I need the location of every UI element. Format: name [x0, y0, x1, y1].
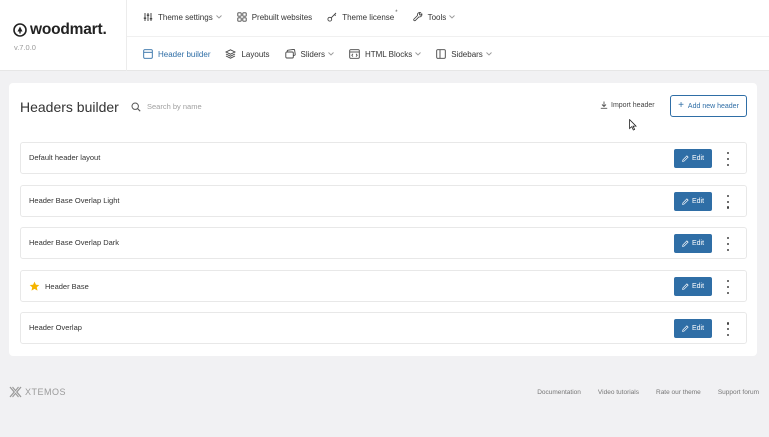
grid-icon — [237, 12, 247, 22]
nav-theme-settings[interactable]: Theme settings — [143, 12, 222, 22]
nav-label: Tools — [427, 12, 447, 22]
nav-label: Header builder — [158, 49, 211, 59]
nav-label: Sidebars — [451, 49, 483, 59]
search-input[interactable] — [147, 102, 287, 111]
header-name-text: Header Base — [45, 281, 89, 291]
chevron-down-icon — [485, 52, 492, 56]
footer-link-support-forum[interactable]: Support forum — [718, 389, 759, 396]
license-asterisk: * — [395, 10, 398, 16]
chevron-down-icon — [215, 15, 222, 19]
header-name[interactable]: Default header layout — [29, 153, 100, 162]
pencil-icon — [682, 197, 689, 205]
header-name[interactable]: Header Overlap — [29, 323, 82, 332]
list-item: Header Base Overlap Dark Edit — [20, 227, 747, 260]
pencil-icon — [682, 240, 689, 248]
header-name-text: Default header layout — [29, 153, 101, 162]
headers-list: Default header layout Edit Header Base O… — [20, 142, 747, 355]
header-name-text: Header Base Overlap Light — [29, 195, 120, 205]
add-new-header-label: Add new header — [687, 102, 739, 110]
brand-name: woodmart. — [30, 21, 107, 38]
edit-label: Edit — [691, 197, 705, 205]
import-header-button[interactable]: Import header — [600, 101, 655, 109]
logo[interactable]: woodmart. — [13, 21, 107, 39]
nav-html-blocks[interactable]: HTML Blocks — [349, 49, 422, 59]
more-options-icon[interactable] — [725, 194, 731, 209]
nav-layouts[interactable]: Layouts — [225, 49, 270, 59]
nav-label: Layouts — [241, 49, 270, 59]
more-options-icon[interactable] — [725, 152, 731, 166]
edit-label: Edit — [691, 240, 705, 248]
sidebar-icon — [436, 49, 446, 59]
nav-label: Theme license — [342, 12, 395, 22]
add-new-header-button[interactable]: + Add new header — [670, 95, 747, 117]
footer-link-documentation[interactable]: Documentation — [537, 389, 581, 396]
chevron-down-icon — [415, 52, 422, 56]
footer-link-video-tutorials[interactable]: Video tutorials — [598, 389, 639, 396]
nav-tools[interactable]: Tools — [412, 12, 456, 22]
more-options-icon[interactable] — [725, 279, 731, 294]
nav-header-builder[interactable]: Header builder — [143, 49, 210, 59]
search-icon — [131, 101, 141, 112]
list-item: Header Base Overlap Light Edit — [20, 184, 747, 217]
header-name-text: Header Base Overlap Dark — [29, 238, 120, 248]
edit-button[interactable]: Edit — [674, 191, 712, 211]
header-name-text: Header Overlap — [29, 323, 82, 333]
nav-label: HTML Blocks — [364, 49, 413, 59]
html-block-icon — [349, 49, 360, 59]
list-item: Default header layout Edit — [20, 142, 747, 174]
nav-label: Prebuilt websites — [251, 12, 313, 22]
top-bar: woodmart. v.7.0.0 Theme settings Prebuil… — [0, 0, 769, 71]
header-layout-icon — [143, 49, 153, 59]
edit-label: Edit — [691, 282, 705, 290]
nav-theme-license[interactable]: Theme license * — [327, 10, 398, 22]
sliders-icon — [143, 13, 153, 21]
list-item: Header Base Edit — [20, 269, 747, 302]
search-box — [131, 98, 301, 115]
mouse-cursor-icon — [629, 119, 637, 131]
wrench-icon — [412, 12, 422, 22]
headers-card: Headers builder Import header + Add new … — [9, 83, 757, 356]
nav-divider — [127, 36, 769, 37]
edit-button[interactable]: Edit — [674, 319, 712, 339]
download-icon — [600, 101, 608, 109]
woodmart-logo-icon — [13, 23, 27, 37]
edit-button[interactable]: Edit — [674, 276, 712, 296]
pencil-icon — [682, 325, 689, 333]
edit-label: Edit — [691, 325, 705, 333]
xtemos-logo-icon — [9, 386, 22, 398]
nav-label: Theme settings — [158, 12, 213, 22]
page-title: Headers builder — [20, 99, 119, 115]
key-icon — [327, 12, 337, 22]
header-name[interactable]: Header Base — [29, 281, 89, 292]
edit-label: Edit — [691, 155, 705, 162]
import-header-label: Import header — [611, 101, 655, 109]
pencil-icon — [682, 155, 689, 162]
nav-sidebars[interactable]: Sidebars — [436, 49, 492, 59]
default-star-icon — [29, 281, 40, 291]
nav-sliders[interactable]: Sliders — [284, 49, 334, 59]
nav-row-secondary: Header builder Layouts Sliders HTML Bloc… — [143, 47, 507, 61]
nav-prebuilt-websites[interactable]: Prebuilt websites — [237, 12, 312, 22]
more-options-icon[interactable] — [725, 322, 731, 337]
footer-logo[interactable]: XTEMOS — [9, 386, 66, 398]
more-options-icon[interactable] — [725, 237, 731, 252]
header-name[interactable]: Header Base Overlap Dark — [29, 238, 119, 247]
chevron-down-icon — [328, 52, 334, 56]
brand-area: woodmart. v.7.0.0 — [0, 0, 127, 71]
images-icon — [284, 49, 296, 59]
footer-links: Documentation Video tutorials Rate our t… — [520, 389, 759, 396]
pencil-icon — [682, 283, 689, 290]
nav-label: Sliders — [300, 49, 325, 59]
edit-button[interactable]: Edit — [674, 234, 712, 254]
version-label: v.7.0.0 — [14, 43, 36, 52]
footer-link-rate-theme[interactable]: Rate our theme — [656, 389, 701, 396]
chevron-down-icon — [449, 15, 456, 19]
plus-icon: + — [678, 100, 684, 111]
edit-button[interactable]: Edit — [674, 149, 712, 168]
list-item: Header Overlap Edit — [20, 312, 747, 345]
footer-logo-text: XTEMOS — [25, 387, 67, 397]
header-name[interactable]: Header Base Overlap Light — [29, 196, 119, 205]
layers-icon — [225, 49, 237, 59]
nav-row-primary: Theme settings Prebuilt websites Theme l… — [143, 10, 470, 24]
